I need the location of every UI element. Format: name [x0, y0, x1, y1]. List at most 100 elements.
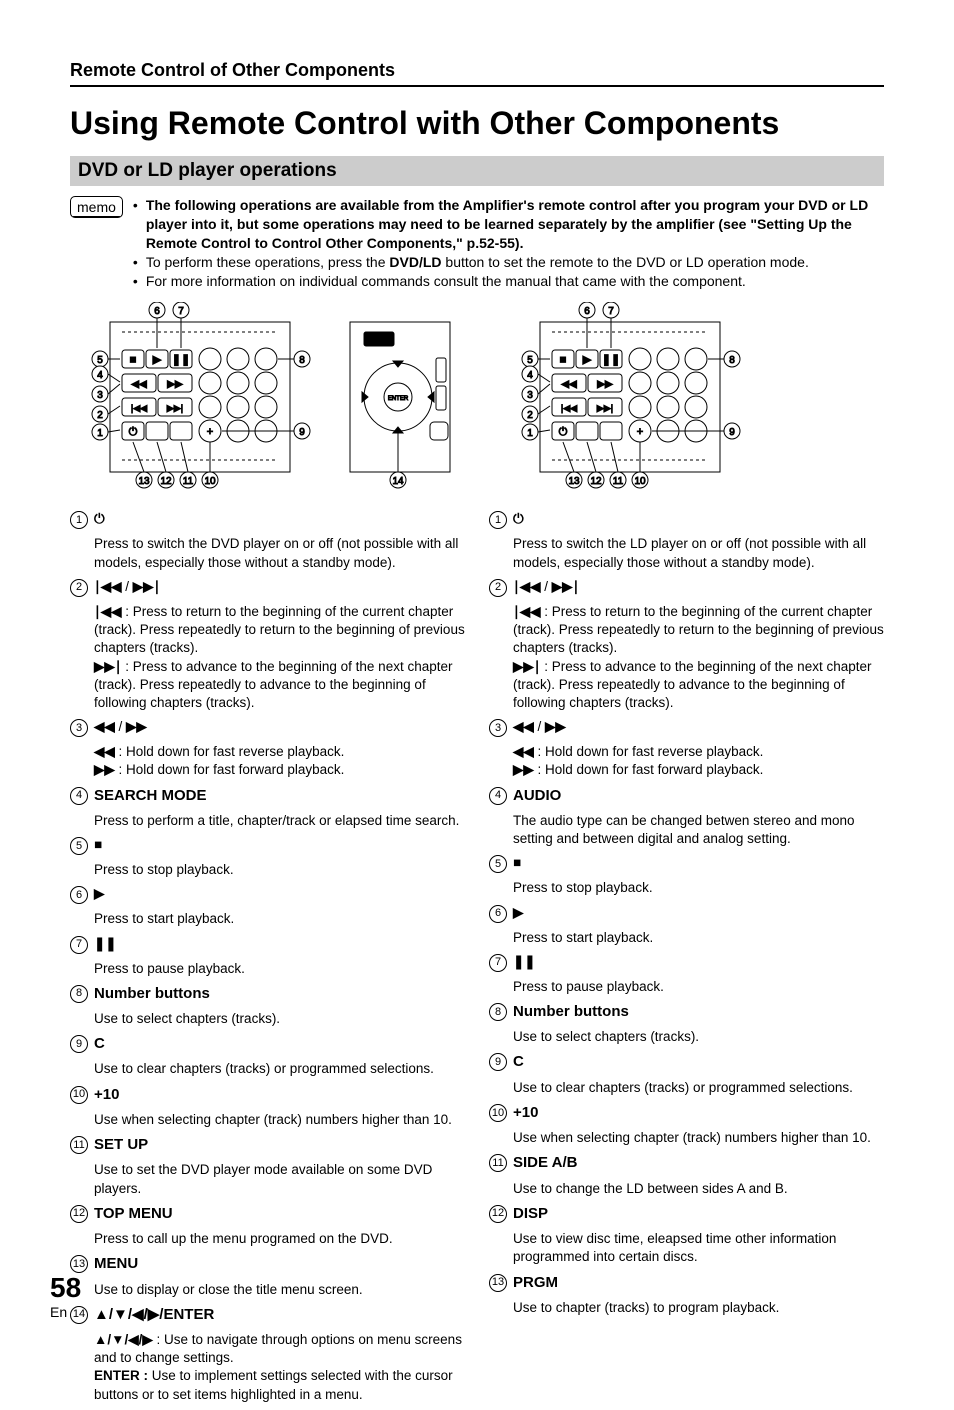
section-header: Remote Control of Other Components: [70, 60, 884, 87]
ld-item-6: 6▶: [489, 904, 884, 923]
dvd-column: 1⏻ Press to switch the DVD player on or …: [70, 510, 465, 1409]
svg-text:8: 8: [299, 355, 305, 366]
dvd-desc-14: ▲/▼/◀/▶ : Use to navigate through option…: [70, 1331, 465, 1404]
svg-text:11: 11: [613, 476, 624, 487]
page-number: 58 En: [50, 1272, 81, 1320]
play-icon: ▶: [94, 886, 104, 901]
svg-text:14: 14: [392, 476, 404, 487]
svg-text:▶▶: ▶▶: [167, 379, 183, 390]
svg-text:5: 5: [97, 355, 103, 366]
svg-text:2: 2: [527, 410, 533, 421]
dvd-desc-10: Use when selecting chapter (track) numbe…: [70, 1111, 465, 1129]
svg-text:|◀◀: |◀◀: [131, 403, 147, 413]
columns: 1⏻ Press to switch the DVD player on or …: [70, 510, 884, 1409]
svg-text:10: 10: [204, 476, 216, 487]
dvd-item-13: 13MENU: [70, 1254, 465, 1274]
fastforward-icon: ▶▶: [545, 719, 566, 734]
svg-text:1: 1: [527, 428, 533, 439]
svg-text:2: 2: [97, 410, 103, 421]
intro-bullets: The following operations are available f…: [133, 196, 884, 290]
svg-text:3: 3: [527, 390, 533, 401]
memo-icon: memo: [70, 196, 123, 218]
svg-text:|◀◀: |◀◀: [561, 403, 577, 413]
power-icon: ⏻: [513, 511, 524, 526]
stop-icon: ■: [513, 855, 521, 870]
svg-text:ENTER: ENTER: [388, 396, 409, 402]
diagram-dvd: ■ ▶ ❚❚ ◀◀ ▶▶ |◀◀ ▶▶| ⏻ + 5 4 3: [70, 302, 460, 492]
ld-desc-3: ◀◀ : Hold down for fast reverse playback…: [489, 743, 884, 779]
dvd-item-14: 14▲/▼/◀/▶/ENTER: [70, 1305, 465, 1325]
svg-text:3: 3: [97, 390, 103, 401]
svg-text:4: 4: [97, 370, 103, 381]
svg-text:▶: ▶: [583, 354, 592, 366]
svg-text:7: 7: [608, 306, 614, 317]
ld-item-5: 5■: [489, 854, 884, 873]
ld-desc-1: Press to switch the LD player on or off …: [489, 535, 884, 571]
dvd-item-11: 11SET UP: [70, 1135, 465, 1155]
sub-header: DVD or LD player operations: [70, 156, 884, 186]
rewind-icon: ◀◀: [94, 719, 115, 734]
ld-desc-12: Use to view disc time, eleapsed time oth…: [489, 1230, 884, 1266]
ld-item-3: 3◀◀ / ▶▶: [489, 718, 884, 737]
svg-text:9: 9: [299, 427, 305, 438]
dvd-item-6: 6▶: [70, 885, 465, 904]
pause-icon: ❚❚: [94, 936, 117, 951]
pause-icon: ❚❚: [513, 954, 536, 969]
dvd-item-5: 5■: [70, 836, 465, 855]
svg-text:■: ■: [130, 354, 137, 366]
svg-text:13: 13: [138, 476, 150, 487]
ld-item-1: 1⏻: [489, 510, 884, 529]
intro-bullet-2: To perform these operations, press the D…: [146, 253, 809, 272]
skip-next-icon: ▶▶∣: [133, 579, 161, 594]
svg-text:10: 10: [634, 476, 646, 487]
dvd-desc-7: Press to pause playback.: [70, 960, 465, 978]
svg-text:13: 13: [568, 476, 580, 487]
svg-text:12: 12: [160, 476, 172, 487]
ld-desc-5: Press to stop playback.: [489, 879, 884, 897]
ld-desc-2: ∣◀◀ : Press to return to the beginning o…: [489, 603, 884, 712]
memo-intro: memo The following operations are availa…: [70, 196, 884, 290]
intro-bullet-3: For more information on individual comma…: [146, 272, 746, 291]
stop-icon: ■: [94, 837, 102, 852]
svg-text:⏻: ⏻: [559, 426, 568, 438]
svg-text:9: 9: [729, 427, 735, 438]
dvd-item-3: 3◀◀ / ▶▶: [70, 718, 465, 737]
dvd-item-1: 1⏻: [70, 510, 465, 529]
svg-text:❚❚: ❚❚: [172, 354, 190, 366]
svg-text:▶▶|: ▶▶|: [597, 403, 613, 413]
ld-item-2: 2∣◀◀ / ▶▶∣: [489, 578, 884, 597]
diagrams-row: ■ ▶ ❚❚ ◀◀ ▶▶ |◀◀ ▶▶| ⏻ + 5 4 3: [70, 302, 884, 492]
dvd-item-12: 12TOP MENU: [70, 1204, 465, 1224]
svg-text:⏻: ⏻: [129, 426, 138, 438]
page-title: Using Remote Control with Other Componen…: [70, 105, 884, 142]
ld-desc-11: Use to change the LD between sides A and…: [489, 1180, 884, 1198]
svg-text:▶: ▶: [153, 354, 162, 366]
dvd-item-10: 10+10: [70, 1085, 465, 1105]
dvd-desc-9: Use to clear chapters (tracks) or progra…: [70, 1060, 465, 1078]
ld-desc-4: The audio type can be changed betwen ste…: [489, 812, 884, 848]
dvd-item-4: 4SEARCH MODE: [70, 786, 465, 806]
dvd-desc-8: Use to select chapters (tracks).: [70, 1010, 465, 1028]
ld-desc-10: Use when selecting chapter (track) numbe…: [489, 1129, 884, 1147]
ld-desc-9: Use to clear chapters (tracks) or progra…: [489, 1079, 884, 1097]
ld-desc-7: Press to pause playback.: [489, 978, 884, 996]
ld-desc-13: Use to chapter (tracks) to program playb…: [489, 1299, 884, 1317]
svg-text:7: 7: [178, 306, 184, 317]
dvd-item-9: 9C: [70, 1034, 465, 1054]
rewind-icon: ◀◀: [513, 719, 534, 734]
skip-prev-icon: ∣◀◀: [513, 579, 541, 594]
dvd-item-2: 2∣◀◀ / ▶▶∣: [70, 578, 465, 597]
ld-item-10: 10+10: [489, 1103, 884, 1123]
dvd-item-8: 8Number buttons: [70, 984, 465, 1004]
dvd-desc-5: Press to stop playback.: [70, 861, 465, 879]
ld-desc-6: Press to start playback.: [489, 929, 884, 947]
svg-text:11: 11: [183, 476, 194, 487]
dvd-desc-11: Use to set the DVD player mode available…: [70, 1161, 465, 1197]
ld-item-12: 12DISP: [489, 1204, 884, 1224]
fastforward-icon: ▶▶: [126, 719, 147, 734]
intro-bullet-1: The following operations are available f…: [146, 196, 884, 253]
ld-item-8: 8Number buttons: [489, 1002, 884, 1022]
dvd-desc-12: Press to call up the menu programed on t…: [70, 1230, 465, 1248]
svg-text:8: 8: [729, 355, 735, 366]
svg-text:4: 4: [527, 370, 533, 381]
